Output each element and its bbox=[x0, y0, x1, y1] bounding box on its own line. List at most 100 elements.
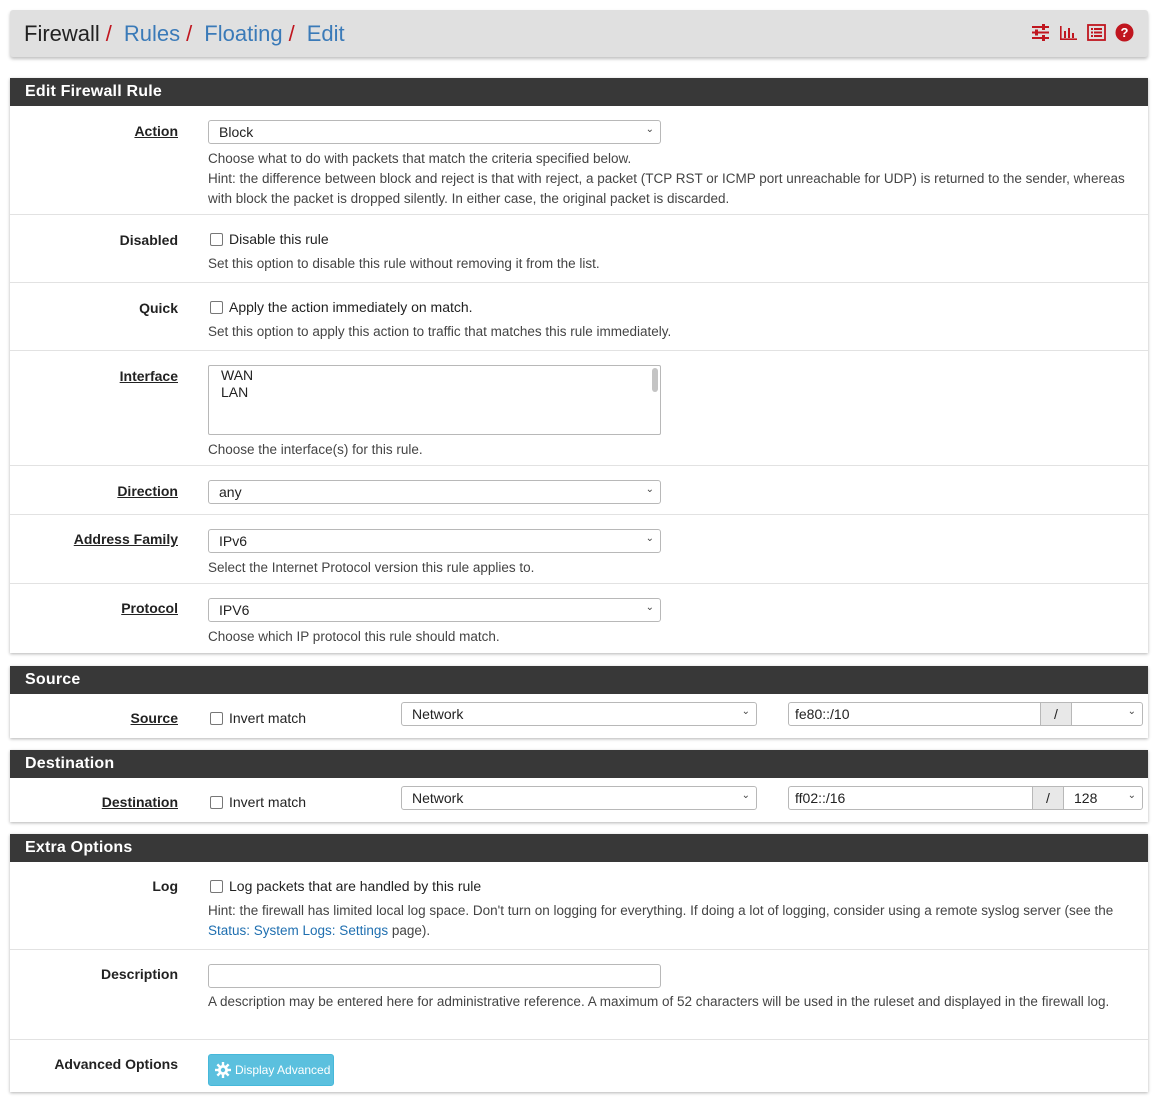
listbox-scrollbar[interactable] bbox=[652, 368, 658, 392]
destination-address-input[interactable]: ff02::/16 bbox=[788, 786, 1033, 810]
protocol-select[interactable]: IPV6 ⌄ bbox=[208, 598, 661, 622]
log-help-text: Hint: the firewall has limited local log… bbox=[208, 903, 1114, 918]
action-label: Action bbox=[134, 123, 178, 139]
interface-label: Interface bbox=[119, 368, 178, 384]
destination-invert-label: Invert match bbox=[229, 794, 307, 810]
gear-icon bbox=[215, 1062, 231, 1078]
breadcrumb-separator: / bbox=[288, 20, 295, 46]
interface-listbox[interactable]: WAN LAN bbox=[208, 365, 661, 435]
breadcrumb: Firewall / Rules / Floating / Edit ? bbox=[10, 10, 1148, 57]
breadcrumb-edit[interactable]: Edit bbox=[307, 21, 345, 47]
action-help: Choose what to do with packets that matc… bbox=[208, 149, 1128, 209]
source-label: Source bbox=[130, 710, 178, 726]
panel-heading: Destination bbox=[10, 750, 1148, 778]
source-row: Source Invert match Network ⌄ fe80::/10 … bbox=[10, 694, 1148, 738]
advanced-options-label: Advanced Options bbox=[54, 1056, 178, 1072]
breadcrumb-floating[interactable]: Floating bbox=[204, 21, 282, 47]
chevron-down-icon: ⌄ bbox=[741, 706, 750, 717]
log-label: Log bbox=[152, 878, 178, 894]
source-invert-line: Invert match bbox=[210, 710, 306, 726]
top-icon-bar: ? bbox=[1031, 23, 1134, 42]
source-type-value: Network bbox=[412, 706, 464, 722]
disable-rule-checkbox[interactable] bbox=[210, 233, 223, 246]
description-label: Description bbox=[100, 966, 178, 982]
destination-type-value: Network bbox=[412, 790, 464, 806]
disabled-row: Disabled Disable this rule Set this opti… bbox=[10, 215, 1148, 283]
chevron-down-icon: ⌄ bbox=[645, 602, 654, 613]
list-icon[interactable] bbox=[1087, 23, 1106, 42]
protocol-help: Choose which IP protocol this rule shoul… bbox=[208, 629, 500, 644]
log-checkbox[interactable] bbox=[210, 880, 223, 893]
sliders-icon[interactable] bbox=[1031, 23, 1050, 42]
destination-invert-line: Invert match bbox=[210, 794, 306, 810]
destination-label: Destination bbox=[101, 794, 178, 810]
address-family-row: Address Family IPv6 ⌄ Select the Interne… bbox=[10, 515, 1148, 584]
chevron-down-icon: ⌄ bbox=[1127, 706, 1136, 717]
disable-rule-checkbox-label: Disable this rule bbox=[229, 231, 329, 247]
address-family-select[interactable]: IPv6 ⌄ bbox=[208, 529, 661, 553]
extra-options-panel: Extra Options Log Log packets that are h… bbox=[10, 834, 1148, 1092]
interface-help: Choose the interface(s) for this rule. bbox=[208, 442, 423, 457]
quick-checkbox[interactable] bbox=[210, 301, 223, 314]
source-slash: / bbox=[1040, 702, 1072, 726]
quick-label: Quick bbox=[139, 300, 178, 316]
description-input[interactable] bbox=[208, 964, 661, 988]
log-checkbox-label: Log packets that are handled by this rul… bbox=[229, 878, 482, 894]
destination-mask-value: 128 bbox=[1074, 790, 1098, 806]
address-family-help: Select the Internet Protocol version thi… bbox=[208, 560, 535, 575]
log-help: Hint: the firewall has limited local log… bbox=[208, 901, 1133, 941]
source-type-select[interactable]: Network ⌄ bbox=[401, 702, 757, 726]
panel-heading: Extra Options bbox=[10, 834, 1148, 862]
chevron-down-icon: ⌄ bbox=[645, 124, 654, 135]
panel-heading: Edit Firewall Rule bbox=[10, 78, 1148, 106]
chevron-down-icon: ⌄ bbox=[1127, 790, 1136, 801]
address-family-label: Address Family bbox=[73, 531, 178, 547]
destination-slash: / bbox=[1032, 786, 1064, 810]
display-advanced-button[interactable]: Display Advanced bbox=[208, 1054, 334, 1086]
destination-type-select[interactable]: Network ⌄ bbox=[401, 786, 757, 810]
interface-row: Interface WAN LAN Choose the interface(s… bbox=[10, 351, 1148, 466]
protocol-select-value: IPV6 bbox=[219, 602, 250, 618]
breadcrumb-rules[interactable]: Rules bbox=[124, 21, 180, 47]
log-checkbox-line: Log packets that are handled by this rul… bbox=[210, 878, 481, 894]
source-address-value: fe80::/10 bbox=[795, 706, 850, 722]
disabled-label: Disabled bbox=[119, 232, 178, 248]
source-panel: Source Source Invert match Network ⌄ fe8… bbox=[10, 666, 1148, 738]
system-logs-settings-link[interactable]: Status: System Logs: Settings bbox=[208, 923, 388, 938]
advanced-row: Advanced Options Display Advanced bbox=[10, 1040, 1148, 1092]
action-hint: Hint: the difference between block and r… bbox=[208, 171, 1125, 206]
source-mask-select[interactable]: ⌄ bbox=[1071, 702, 1143, 726]
destination-row: Destination Invert match Network ⌄ ff02:… bbox=[10, 778, 1148, 822]
quick-row: Quick Apply the action immediately on ma… bbox=[10, 283, 1148, 351]
destination-mask-select[interactable]: 128 ⌄ bbox=[1063, 786, 1143, 810]
quick-checkbox-label: Apply the action immediately on match. bbox=[229, 299, 473, 315]
source-address-input[interactable]: fe80::/10 bbox=[788, 702, 1041, 726]
action-select-value: Block bbox=[219, 124, 254, 140]
breadcrumb-firewall: Firewall bbox=[24, 20, 100, 46]
interface-option-wan[interactable]: WAN bbox=[209, 367, 660, 384]
description-row: Description A description may be entered… bbox=[10, 950, 1148, 1040]
address-family-select-value: IPv6 bbox=[219, 533, 248, 549]
direction-label: Direction bbox=[117, 483, 178, 499]
interface-option-lan[interactable]: LAN bbox=[209, 384, 660, 401]
source-invert-checkbox[interactable] bbox=[210, 712, 223, 725]
bar-chart-icon[interactable] bbox=[1059, 23, 1078, 42]
direction-select-value: any bbox=[219, 484, 242, 500]
breadcrumb-separator: / bbox=[105, 20, 112, 46]
help-icon[interactable]: ? bbox=[1115, 23, 1134, 42]
action-select[interactable]: Block ⌄ bbox=[208, 120, 661, 144]
destination-invert-checkbox[interactable] bbox=[210, 796, 223, 809]
direction-row: Direction any ⌄ bbox=[10, 466, 1148, 515]
destination-panel: Destination Destination Invert match Net… bbox=[10, 750, 1148, 822]
edit-rule-panel: Edit Firewall Rule Action Block ⌄ Choose… bbox=[10, 78, 1148, 653]
destination-address-value: ff02::/16 bbox=[795, 790, 846, 806]
chevron-down-icon: ⌄ bbox=[741, 790, 750, 801]
disabled-help: Set this option to disable this rule wit… bbox=[208, 256, 600, 271]
breadcrumb-separator: / bbox=[186, 20, 193, 46]
quick-checkbox-line: Apply the action immediately on match. bbox=[210, 299, 473, 315]
description-help: A description may be entered here for ad… bbox=[208, 994, 1110, 1009]
display-advanced-label: Display Advanced bbox=[235, 1063, 331, 1077]
log-row: Log Log packets that are handled by this… bbox=[10, 862, 1148, 950]
direction-select[interactable]: any ⌄ bbox=[208, 480, 661, 504]
action-row: Action Block ⌄ Choose what to do with pa… bbox=[10, 106, 1148, 215]
